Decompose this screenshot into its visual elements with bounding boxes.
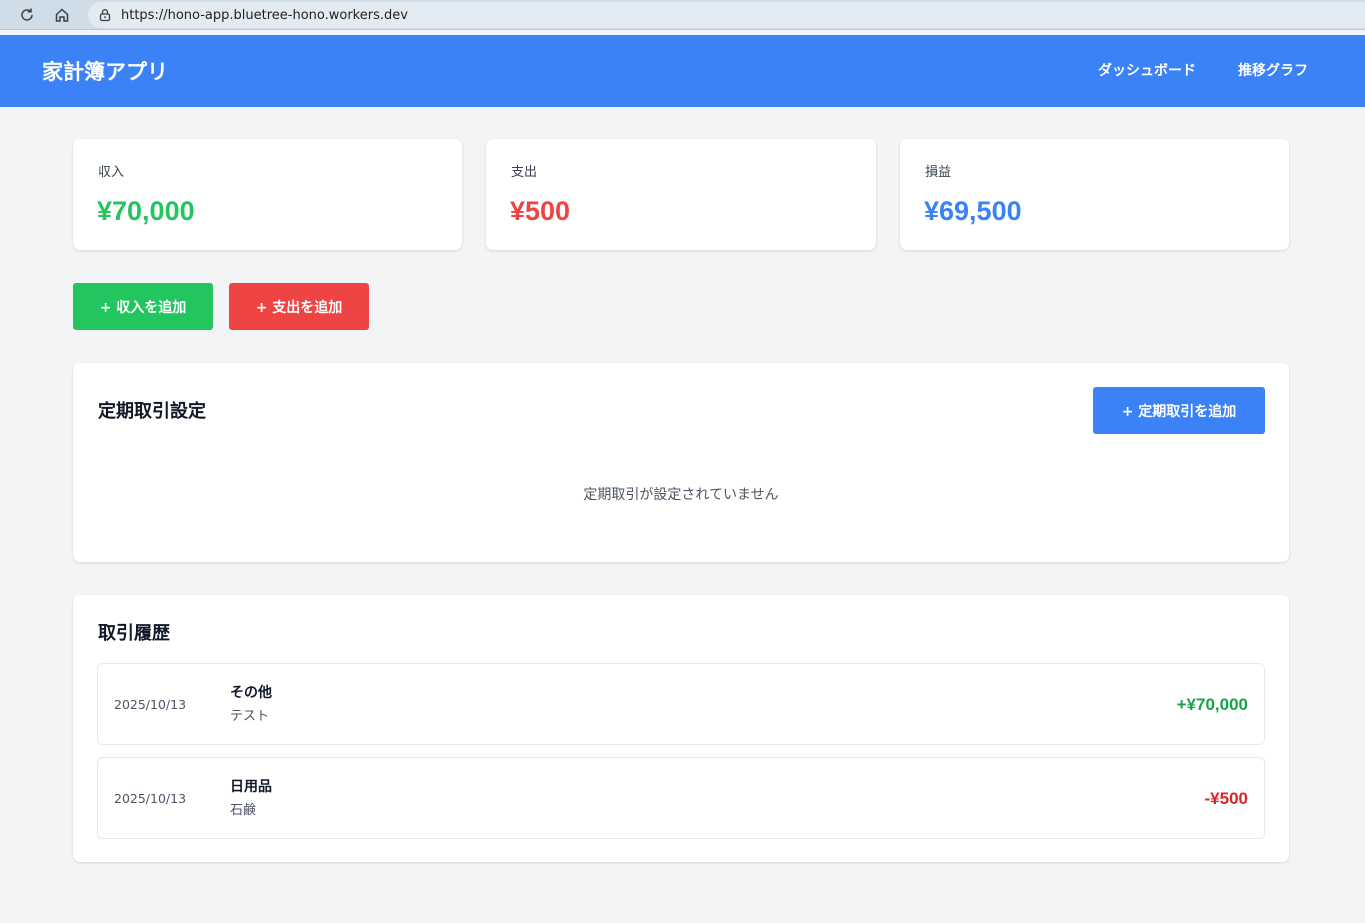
recurring-section: 定期取引設定 + 定期取引を追加 定期取引が設定されていません [73, 363, 1289, 562]
transaction-memo: 石鹸 [230, 803, 257, 818]
expense-summary-card: 支出 ¥500 [486, 139, 876, 250]
income-value: ¥70,000 [97, 196, 195, 226]
lock-icon [99, 9, 111, 22]
transaction-category: その他 [230, 685, 272, 701]
home-icon[interactable] [52, 5, 72, 25]
recurring-title: 定期取引設定 [98, 401, 206, 422]
add-expense-button[interactable]: + 支出を追加 [229, 283, 369, 330]
transaction-amount: -¥500 [1204, 789, 1248, 808]
income-label: 収入 [98, 165, 125, 180]
income-summary-card: 収入 ¥70,000 [73, 139, 462, 250]
add-recurring-button[interactable]: + 定期取引を追加 [1093, 387, 1265, 434]
url-text: https://hono-app.bluetree-hono.workers.d… [121, 7, 408, 23]
recurring-empty-message: 定期取引が設定されていません [583, 487, 779, 503]
transaction-category: 日用品 [230, 779, 272, 795]
expense-label: 支出 [511, 165, 538, 180]
transaction-date: 2025/10/13 [114, 697, 187, 712]
browser-toolbar: https://hono-app.bluetree-hono.workers.d… [0, 0, 1365, 30]
profit-value: ¥69,500 [924, 196, 1022, 226]
transaction-memo: テスト [230, 709, 270, 724]
history-section: 取引履歴 2025/10/13 その他 テスト +¥70,000 2025/10… [73, 595, 1289, 862]
transaction-row[interactable]: 2025/10/13 日用品 石鹸 -¥500 [97, 757, 1265, 839]
nav-dashboard[interactable]: ダッシュボード [1098, 62, 1196, 80]
history-title: 取引履歴 [98, 623, 170, 644]
profit-label: 損益 [925, 165, 952, 180]
nav-trend-graph[interactable]: 推移グラフ [1238, 62, 1308, 80]
reload-icon[interactable] [17, 5, 37, 25]
address-bar[interactable]: https://hono-app.bluetree-hono.workers.d… [88, 2, 1365, 28]
app-header: 家計簿アプリ ダッシュボード 推移グラフ [0, 35, 1365, 107]
add-income-button[interactable]: + 収入を追加 [73, 283, 213, 330]
transaction-row[interactable]: 2025/10/13 その他 テスト +¥70,000 [97, 663, 1265, 745]
transaction-amount: +¥70,000 [1176, 695, 1248, 714]
transaction-date: 2025/10/13 [114, 791, 187, 806]
expense-value: ¥500 [510, 196, 571, 226]
profit-summary-card: 損益 ¥69,500 [900, 139, 1289, 250]
app-title: 家計簿アプリ [42, 60, 168, 84]
